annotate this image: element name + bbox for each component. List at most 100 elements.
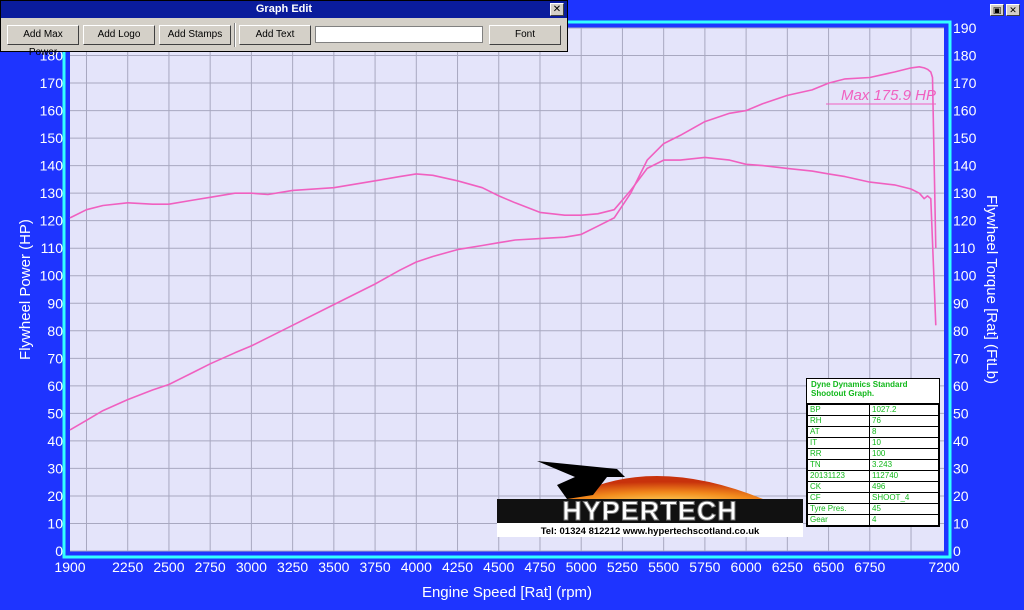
x-tick-label: 4000: [401, 559, 432, 575]
y-tick-label: 170: [40, 75, 64, 91]
y2-tick-label: 110: [953, 240, 976, 256]
info-table-row: CF SHOOT_4: [807, 492, 939, 504]
y-tick-label: 130: [40, 185, 64, 201]
add-logo-button[interactable]: Add Logo: [83, 25, 155, 45]
info-key: CF: [807, 492, 870, 504]
close-icon: ✕: [552, 4, 562, 15]
y-tick-label: 20: [47, 488, 63, 504]
graph-edit-close-button[interactable]: ✕: [550, 3, 564, 16]
info-key: TN: [807, 459, 870, 471]
y2-tick-label: 70: [953, 350, 969, 366]
x-tick-label: 3000: [236, 559, 267, 575]
y2-tick-label: 180: [953, 48, 977, 64]
y2-tick-label: 100: [953, 268, 977, 284]
info-table-row: BP 1027.2: [807, 404, 939, 416]
x-tick-label: 5500: [648, 559, 679, 575]
info-value: 8: [869, 426, 939, 438]
info-key: CK: [807, 481, 870, 493]
graph-edit-window: Graph Edit ✕ Add Max Power Add Logo Add …: [0, 0, 568, 58]
shootout-info-table: Dyne Dynamics Standard Shootout Graph. B…: [806, 378, 940, 527]
info-key: Tyre Pres.: [807, 503, 870, 515]
info-value: 4: [869, 514, 939, 526]
y-tick-label: 50: [47, 405, 63, 421]
y-axis-label: Flywheel Power (HP): [17, 219, 34, 360]
x-tick-label: 5750: [689, 559, 720, 575]
x-tick-label: 2500: [153, 559, 184, 575]
info-value: 1027.2: [869, 404, 939, 416]
info-key: BP: [807, 404, 870, 416]
x-tick-label: 4750: [524, 559, 555, 575]
y2-tick-label: 30: [953, 460, 969, 476]
info-table-row: CK 496: [807, 481, 939, 493]
y-tick-label: 60: [47, 378, 63, 394]
x-tick-label: 5000: [566, 559, 597, 575]
y2-tick-label: 160: [953, 103, 977, 119]
y2-tick-label: 120: [953, 213, 977, 229]
add-stamps-button[interactable]: Add Stamps: [159, 25, 231, 45]
x-tick-label: 2250: [112, 559, 143, 575]
x-tick-label: 2750: [195, 559, 226, 575]
y-tick-label: 110: [41, 240, 64, 256]
y2-tick-label: 40: [953, 433, 969, 449]
x-tick-label: 1900: [54, 559, 85, 575]
info-title-line1: Dyne Dynamics Standard: [811, 380, 908, 389]
toolbar-separator: [234, 23, 236, 47]
x-tick-label: 7200: [928, 559, 959, 575]
info-table-row: IT 10: [807, 437, 939, 449]
x-tick-label: 5250: [607, 559, 638, 575]
x-tick-label: 3500: [318, 559, 349, 575]
x-tick-label: 4500: [483, 559, 514, 575]
y-tick-label: 140: [40, 158, 64, 174]
y-tick-label: 120: [40, 213, 64, 229]
y2-tick-label: 130: [953, 185, 977, 201]
info-value: SHOOT_4: [869, 492, 939, 504]
logo-wordmark: HYPERTECH: [562, 496, 738, 526]
info-key: IT: [807, 437, 870, 449]
y2-tick-label: 20: [953, 488, 969, 504]
hypertech-logo: HYPERTECH Tel: 01324 812212 www.hypertec…: [497, 461, 803, 537]
info-value: 3.243: [869, 459, 939, 471]
font-button[interactable]: Font: [489, 25, 561, 45]
x-tick-label: 6500: [813, 559, 844, 575]
y-tick-label: 150: [40, 130, 64, 146]
info-title-line2: Shootout Graph.: [811, 389, 875, 398]
y-tick-label: 30: [47, 460, 63, 476]
info-table-row: Tyre Pres. 45: [807, 503, 939, 515]
graph-edit-title: Graph Edit: [1, 1, 567, 18]
info-table-row: 20131123 112740: [807, 470, 939, 482]
info-value: 496: [869, 481, 939, 493]
x-tick-label: 3250: [277, 559, 308, 575]
info-key: 20131123: [807, 470, 870, 482]
y2-tick-label: 150: [953, 130, 977, 146]
y2-tick-label: 140: [953, 158, 977, 174]
info-value: 76: [869, 415, 939, 427]
info-value: 112740: [869, 470, 939, 482]
y2-tick-label: 60: [953, 378, 969, 394]
x-tick-label: 4250: [442, 559, 473, 575]
info-table-row: RR 100: [807, 448, 939, 460]
y2-tick-label: 190: [953, 20, 977, 36]
info-key: AT: [807, 426, 870, 438]
y-tick-label: 0: [55, 543, 63, 559]
x-tick-label: 6750: [854, 559, 885, 575]
x-tick-label: 6000: [731, 559, 762, 575]
add-max-power-button[interactable]: Add Max Power: [7, 25, 79, 58]
info-key: Gear: [807, 514, 870, 526]
graph-text-input[interactable]: [315, 26, 483, 43]
add-text-button[interactable]: Add Text: [239, 25, 311, 45]
y-tick-label: 80: [47, 323, 63, 339]
y2-tick-label: 10: [953, 515, 969, 531]
info-table-row: AT 8: [807, 426, 939, 438]
x-axis-label: Engine Speed [Rat] (rpm): [422, 584, 592, 601]
y2-tick-label: 50: [953, 405, 969, 421]
info-value: 10: [869, 437, 939, 449]
y-tick-label: 40: [47, 433, 63, 449]
x-tick-label: 6250: [772, 559, 803, 575]
x-tick-label: 3750: [359, 559, 390, 575]
y2-tick-label: 170: [953, 75, 977, 91]
logo-contact: Tel: 01324 812212 www.hypertechscotland.…: [541, 526, 760, 537]
info-table-row: Gear 4: [807, 514, 939, 526]
info-value: 45: [869, 503, 939, 515]
info-table-row: TN 3.243: [807, 459, 939, 471]
y2-tick-label: 80: [953, 323, 969, 339]
